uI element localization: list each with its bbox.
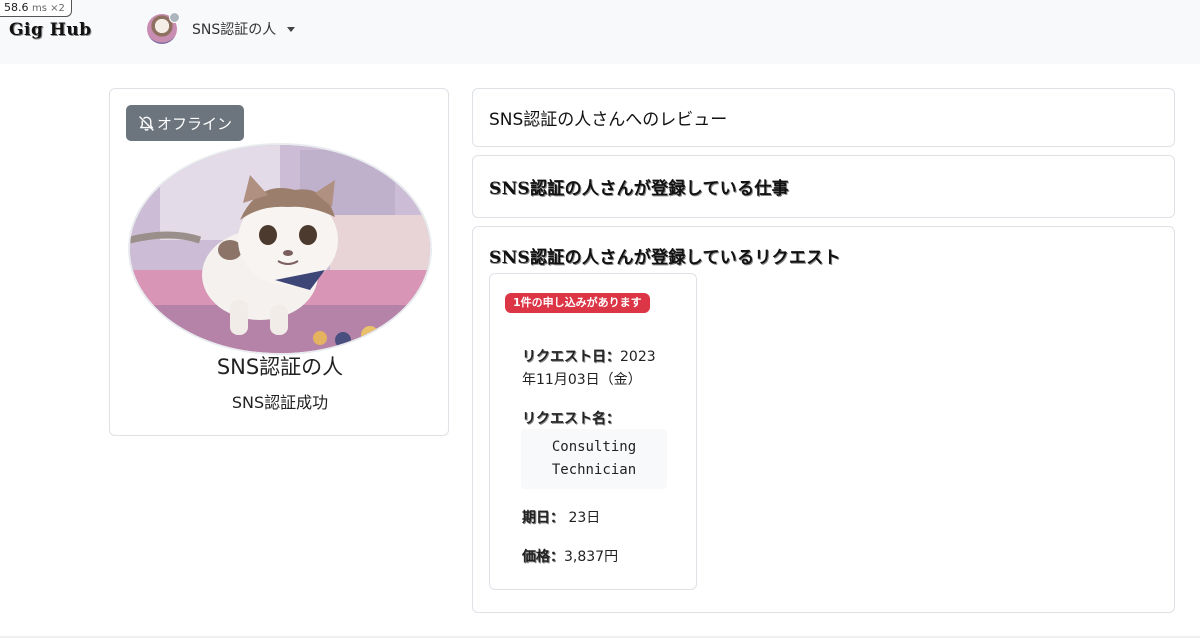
jobs-title: SNS認証の人さんが登録している仕事 bbox=[489, 179, 789, 199]
request-name-box: Consulting Technician bbox=[521, 429, 667, 489]
offline-status-label: オフライン bbox=[157, 114, 233, 133]
requests-title: SNS認証の人さんが登録しているリクエスト bbox=[489, 248, 841, 268]
status-dot bbox=[169, 12, 180, 23]
avatar bbox=[147, 12, 180, 44]
profile-photo bbox=[128, 143, 432, 355]
request-name-line-2: Technician bbox=[551, 462, 637, 478]
request-item-card[interactable]: 1件の申し込みがあります リクエスト日：2023 年11月03日（金） リクエス… bbox=[489, 273, 697, 590]
application-count-badge: 1件の申し込みがあります bbox=[505, 293, 650, 313]
profile-card: オフライン SNS認証の人 SNS認証成功 bbox=[109, 88, 449, 436]
profile-subtitle: SNS認証成功 bbox=[231, 393, 329, 412]
reviews-card: SNS認証の人さんへのレビュー bbox=[472, 88, 1175, 147]
brand-logo[interactable]: Gig Hub bbox=[9, 20, 92, 40]
caret-down-icon bbox=[287, 26, 296, 32]
requests-card: SNS認証の人さんが登録しているリクエスト 1件の申し込みがあります リクエスト… bbox=[472, 226, 1175, 613]
request-name-line-1: Consulting bbox=[551, 439, 637, 455]
performance-unit: ms ×2 bbox=[32, 3, 65, 14]
jobs-card: SNS認証の人さんが登録している仕事 bbox=[472, 155, 1175, 218]
request-date-value-rest: 年11月03日（金） bbox=[522, 372, 642, 388]
reviews-title: SNS認証の人さんへのレビュー bbox=[489, 110, 728, 130]
offline-status-button[interactable]: オフライン bbox=[126, 105, 245, 141]
request-price: 価格：3,837円 bbox=[522, 546, 618, 566]
user-menu-name: SNS認証の人 bbox=[192, 22, 277, 38]
request-name-label: リクエスト名： bbox=[522, 411, 620, 427]
request-date: リクエスト日：2023 年11月03日（金） bbox=[522, 346, 672, 392]
request-date-value-year: 2023 bbox=[620, 349, 656, 365]
performance-value: 58.6 bbox=[4, 1, 29, 14]
request-deadline: 期日： 23日 bbox=[522, 507, 600, 527]
deadline-value: 23日 bbox=[564, 510, 601, 526]
user-menu-dropdown[interactable]: SNS認証の人 bbox=[147, 12, 296, 44]
price-label: 価格： bbox=[522, 549, 564, 565]
bell-slash-icon bbox=[139, 115, 154, 131]
price-value: 3,837円 bbox=[564, 549, 619, 565]
top-navbar: 58.6 ms ×2 Gig Hub SNS認証の人 bbox=[0, 0, 1200, 64]
request-date-label: リクエスト日： bbox=[522, 349, 620, 365]
deadline-label: 期日： bbox=[522, 510, 564, 526]
performance-badge: 58.6 ms ×2 bbox=[0, 0, 72, 17]
profile-name: SNS認証の人 bbox=[216, 355, 344, 379]
